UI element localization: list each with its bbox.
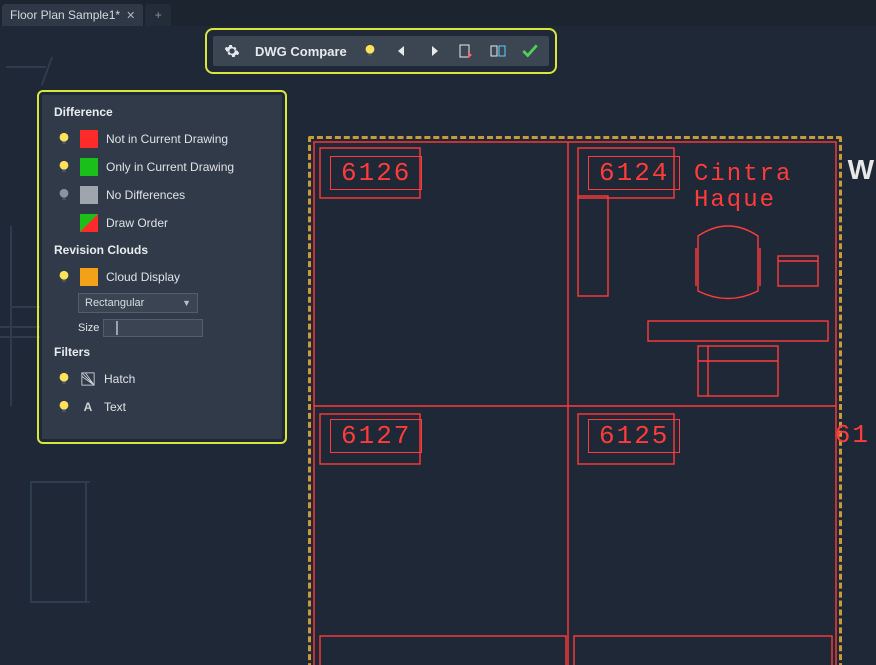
- room-label-6127: 6127: [330, 419, 422, 453]
- section-title-difference: Difference: [54, 105, 270, 119]
- document-tabbar: Floor Plan Sample1* ✕ +: [0, 0, 876, 26]
- row-label: Not in Current Drawing: [106, 132, 228, 146]
- bulb-icon[interactable]: [56, 372, 72, 386]
- color-swatch-red[interactable]: [80, 130, 98, 148]
- row-label: Cloud Display: [106, 270, 180, 284]
- row-only-in-current[interactable]: Only in Current Drawing: [54, 155, 270, 179]
- document-tab[interactable]: Floor Plan Sample1* ✕: [2, 4, 143, 26]
- cloud-shape-dropdown[interactable]: Rectangular ▼: [78, 293, 198, 313]
- side-label-right: W: [848, 154, 874, 186]
- person-name-label: Cintra Haque: [694, 162, 792, 215]
- compare-toolbar-label: DWG Compare: [255, 44, 347, 59]
- row-draw-order[interactable]: Draw Order: [54, 211, 270, 235]
- room-label-6126: 6126: [330, 156, 422, 190]
- row-not-in-current[interactable]: Not in Current Drawing: [54, 127, 270, 151]
- cloud-size-slider[interactable]: [103, 319, 203, 337]
- row-label: Only in Current Drawing: [106, 160, 234, 174]
- row-label: Hatch: [104, 372, 135, 386]
- bulb-icon[interactable]: [56, 160, 72, 174]
- side-room-right: 61: [825, 419, 876, 451]
- difference-panel: Difference Not in Current Drawing Only i…: [42, 95, 282, 439]
- size-label: Size: [78, 322, 99, 334]
- row-no-differences[interactable]: No Differences: [54, 183, 270, 207]
- exit-compare-button[interactable]: [521, 42, 539, 60]
- bulb-icon[interactable]: [56, 188, 72, 202]
- toggle-compare-bulb-icon[interactable]: [361, 42, 379, 60]
- color-swatch-orange[interactable]: [80, 268, 98, 286]
- row-label: No Differences: [106, 188, 185, 202]
- revision-cloud: [308, 136, 842, 665]
- compare-toolbar: DWG Compare: [213, 36, 549, 66]
- new-tab-button[interactable]: +: [145, 4, 171, 26]
- bulb-icon[interactable]: [56, 270, 72, 284]
- row-label: Draw Order: [106, 216, 168, 230]
- chevron-down-icon: ▼: [182, 298, 191, 308]
- section-title-revision-clouds: Revision Clouds: [54, 243, 270, 257]
- close-icon[interactable]: ✕: [126, 9, 135, 22]
- compare-toolbar-highlight: DWG Compare: [205, 28, 557, 74]
- row-cloud-display[interactable]: Cloud Display: [54, 265, 270, 289]
- hatch-icon: [80, 371, 96, 387]
- cloud-size-row: Size: [78, 319, 270, 337]
- next-difference-button[interactable]: [425, 42, 443, 60]
- import-objects-icon[interactable]: [457, 42, 475, 60]
- text-icon: A: [80, 399, 96, 415]
- settings-gear-icon[interactable]: [223, 42, 241, 60]
- export-snapshot-icon[interactable]: [489, 42, 507, 60]
- bulb-icon[interactable]: [56, 400, 72, 414]
- dropdown-value: Rectangular: [85, 297, 144, 309]
- document-tab-title: Floor Plan Sample1*: [10, 8, 120, 22]
- plus-icon: +: [155, 8, 162, 22]
- difference-panel-highlight: Difference Not in Current Drawing Only i…: [37, 90, 287, 444]
- row-filter-text[interactable]: A Text: [54, 395, 270, 419]
- color-swatch-green[interactable]: [80, 158, 98, 176]
- room-label-6125: 6125: [588, 419, 680, 453]
- previous-difference-button[interactable]: [393, 42, 411, 60]
- room-label-6124: 6124: [588, 156, 680, 190]
- color-swatch-draworder[interactable]: [80, 214, 98, 232]
- row-label: Text: [104, 400, 126, 414]
- section-title-filters: Filters: [54, 345, 270, 359]
- color-swatch-gray[interactable]: [80, 186, 98, 204]
- bulb-icon[interactable]: [56, 132, 72, 146]
- row-filter-hatch[interactable]: Hatch: [54, 367, 270, 391]
